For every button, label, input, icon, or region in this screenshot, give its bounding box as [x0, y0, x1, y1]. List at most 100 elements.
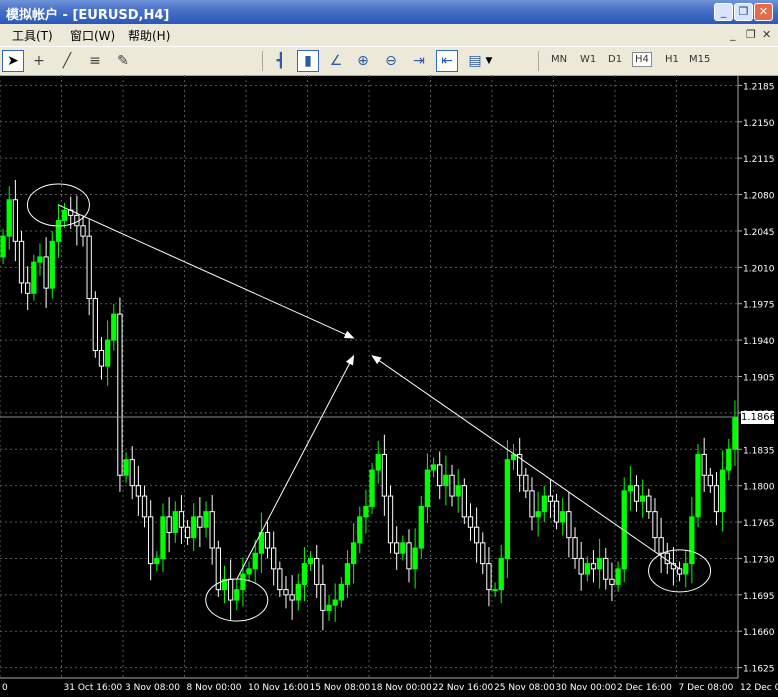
price-tick-label: 1.1800	[743, 483, 775, 493]
timeframe-h4[interactable]: H4	[632, 52, 652, 67]
candle-body	[449, 474, 455, 497]
candle-body	[203, 511, 209, 528]
time-tick-label: 25 Nov 08:00	[494, 683, 555, 693]
candle-body	[25, 282, 31, 294]
maximize-button[interactable]: ❐	[734, 3, 753, 21]
candle-body	[443, 474, 449, 487]
candle-body	[332, 599, 338, 606]
candle-body	[707, 474, 713, 487]
candle-body	[289, 594, 295, 601]
menu-window[interactable]: 窗口(W)	[70, 27, 115, 44]
chevron-down-icon[interactable]: ▼	[484, 50, 494, 72]
candle-body	[726, 448, 732, 471]
candle-body	[572, 537, 578, 559]
candle-body	[86, 235, 92, 300]
candle-body	[277, 568, 283, 591]
zoom-in-icon[interactable]: ⊕	[352, 50, 374, 72]
price-tick-label: 1.1765	[743, 519, 775, 529]
autoscroll-icon[interactable]: ⇥	[408, 50, 430, 72]
price-tick-label: 1.1660	[743, 628, 775, 638]
candle-body	[271, 547, 277, 570]
candle-body	[523, 474, 529, 492]
candle-body	[381, 453, 388, 497]
candle-body	[344, 563, 351, 585]
crosshair-icon[interactable]: +	[28, 50, 50, 72]
price-tick-label: 1.1695	[743, 592, 775, 602]
candle-body	[455, 485, 461, 497]
candle-body	[295, 583, 301, 601]
price-tick-label: 1.2115	[743, 155, 775, 165]
time-tick-label: 30 Nov 00:00	[556, 683, 617, 693]
candle-body	[596, 557, 603, 570]
indicators-icon[interactable]: ▤	[464, 50, 486, 72]
price-chart[interactable]: 1.2185 1.2150 1.2115 1.2080 1.2045 1.2010 1.19…	[0, 75, 778, 697]
price-tick-label: 1.1975	[743, 301, 775, 311]
candle-body	[129, 459, 135, 487]
candle-body	[504, 459, 511, 559]
line-chart-icon[interactable]: ∠	[325, 50, 347, 72]
candle-body	[676, 568, 683, 575]
candle-body	[400, 542, 406, 554]
candle-body	[252, 552, 258, 570]
timeframe-m15[interactable]: M15	[689, 54, 710, 65]
menu-bar: 工具(T) 窗口(W) 帮助(H) _ ❐ ✕	[0, 24, 778, 46]
candle-body	[197, 516, 203, 528]
candle-body	[301, 563, 308, 585]
candle-body	[240, 573, 246, 591]
mdi-restore-icon[interactable]: ❐	[746, 28, 756, 41]
candle-body	[498, 557, 504, 591]
minimize-button[interactable]: _	[714, 3, 733, 21]
candle-body	[320, 583, 326, 611]
timeframe-w1[interactable]: W1	[580, 54, 596, 65]
candle-body	[98, 350, 105, 367]
fibonacci-icon[interactable]: ≡	[84, 50, 106, 72]
time-tick-label: 8 Nov 00:00	[187, 683, 242, 693]
candle-body	[283, 589, 289, 596]
candle-body	[160, 516, 166, 559]
candle-body	[135, 485, 142, 497]
text-tool-icon[interactable]: ✎	[112, 50, 134, 72]
cursor-icon[interactable]: ➤	[2, 50, 24, 72]
chart-shift-icon[interactable]: ⇤	[436, 50, 458, 72]
timeframe-d1[interactable]: D1	[608, 54, 622, 65]
candle-body	[473, 526, 480, 544]
candlestick-icon[interactable]: ▮	[297, 50, 319, 72]
trendline-icon[interactable]: ╱	[56, 50, 78, 72]
candle-body	[209, 511, 215, 549]
current-price-label: 1.1866	[741, 411, 776, 425]
candle-body	[166, 516, 172, 533]
candle-body	[437, 464, 443, 487]
mdi-close-icon[interactable]: ✕	[762, 28, 771, 41]
candle-body	[695, 453, 701, 518]
candle-body	[307, 557, 314, 565]
candle-body	[640, 495, 646, 502]
annotation-arrow	[58, 204, 355, 339]
candle-body	[664, 552, 670, 565]
price-tick-label: 1.2080	[743, 192, 775, 202]
title-bar: 模拟帐户 - [EURUSD,H4] _ ❐ ✕	[0, 0, 778, 24]
timeframe-mn[interactable]: MN	[551, 54, 567, 65]
price-tick-label: 1.1835	[743, 446, 775, 456]
candle-body	[104, 339, 111, 367]
candle-body	[683, 563, 689, 575]
candle-body	[627, 485, 634, 492]
candle-body	[535, 511, 541, 518]
toolbar: ➤ + ╱ ≡ ✎ ┫ ▮ ∠ ⊕ ⊖ ⇥ ⇤ ▤ ▼ MN W1 D1 H4 …	[0, 46, 778, 76]
menu-tools[interactable]: 工具(T)	[12, 27, 53, 44]
time-tick-label: 3 Nov 08:00	[125, 683, 180, 693]
bar-chart-icon[interactable]: ┫	[270, 50, 292, 72]
candle-body	[553, 500, 560, 523]
time-tick-label: 31 Oct 16:00	[64, 683, 123, 693]
candle-body	[387, 495, 394, 544]
close-button[interactable]: ✕	[754, 3, 773, 21]
menu-help[interactable]: 帮助(H)	[128, 27, 170, 44]
zoom-out-icon[interactable]: ⊖	[380, 50, 402, 72]
mdi-minimize-icon[interactable]: _	[730, 28, 736, 41]
candle-body	[80, 225, 86, 237]
timeframe-h1[interactable]: H1	[665, 54, 679, 65]
candle-body	[314, 557, 320, 585]
candle-body	[566, 511, 572, 539]
candle-body	[141, 495, 148, 518]
candle-body	[578, 557, 584, 575]
candle-body	[350, 542, 357, 565]
